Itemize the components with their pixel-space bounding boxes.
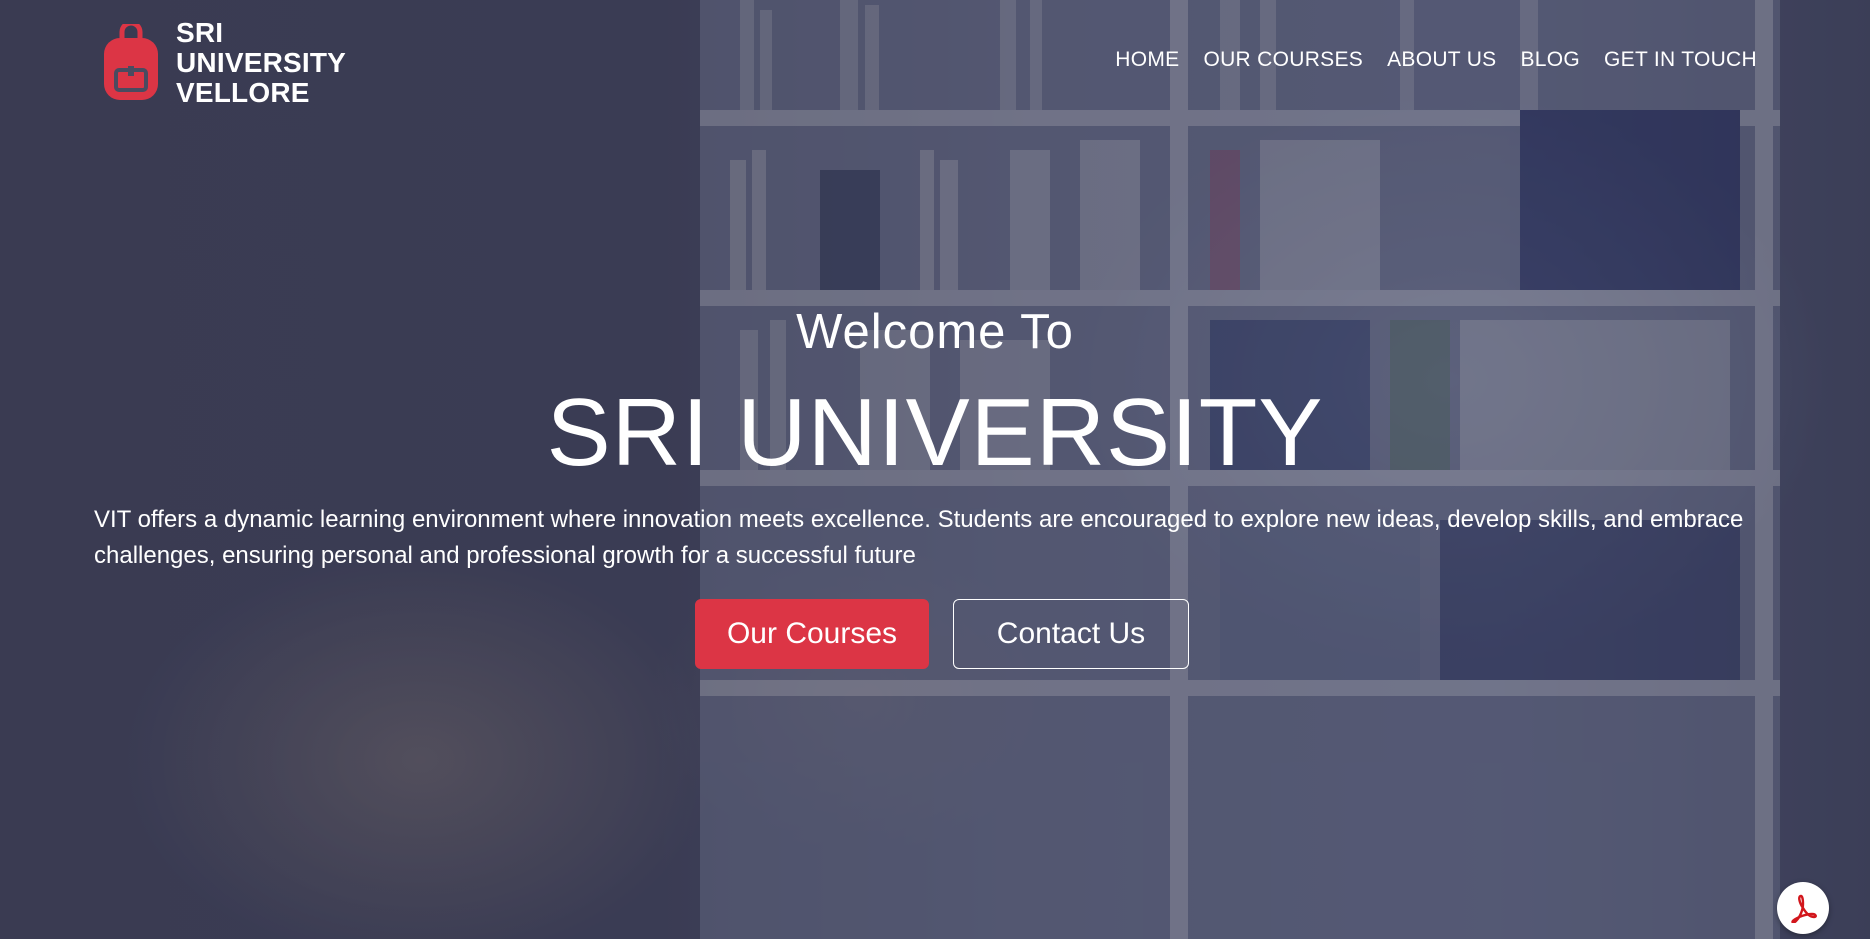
contact-us-button[interactable]: Contact Us	[953, 599, 1189, 669]
brand-line-3: VELLORE	[176, 77, 310, 108]
brand-line-2: UNIVERSITY	[176, 47, 347, 78]
hero-welcome: Welcome To	[796, 305, 1074, 359]
backpack-icon	[104, 24, 158, 100]
hero-title: SRI UNIVERSITY	[546, 379, 1324, 486]
nav-get-in-touch[interactable]: GET IN TOUCH	[1604, 48, 1757, 72]
hero-actions: Our Courses Contact Us	[695, 599, 1189, 669]
nav-our-courses[interactable]: OUR COURSES	[1203, 48, 1363, 72]
hero-section: SRI UNIVERSITY VELLORE HOME OUR COURSES …	[0, 0, 1870, 939]
adobe-acrobat-icon	[1791, 894, 1817, 923]
nav-blog[interactable]: BLOG	[1520, 48, 1580, 72]
site-logo[interactable]: SRI UNIVERSITY VELLORE	[100, 18, 346, 108]
hero-description: VIT offers a dynamic learning environmen…	[94, 506, 1744, 569]
pdf-floating-button[interactable]	[1777, 882, 1829, 934]
brand-name: SRI UNIVERSITY VELLORE	[176, 18, 346, 108]
our-courses-button[interactable]: Our Courses	[695, 599, 929, 669]
nav-home[interactable]: HOME	[1115, 48, 1179, 72]
nav-about-us[interactable]: ABOUT US	[1387, 48, 1496, 72]
main-nav: HOME OUR COURSES ABOUT US BLOG GET IN TO…	[1115, 48, 1757, 72]
brand-line-1: SRI	[176, 17, 224, 48]
